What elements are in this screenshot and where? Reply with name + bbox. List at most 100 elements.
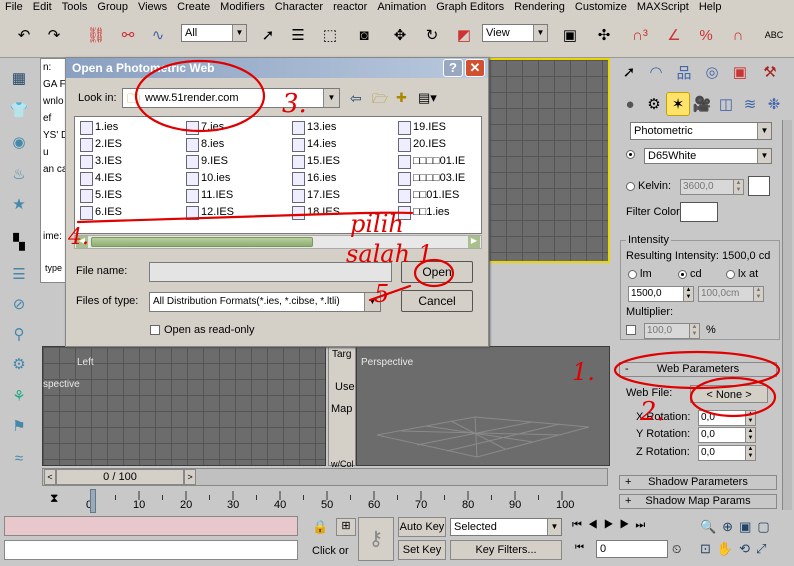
menu-maxscript[interactable]: MAXScript	[632, 0, 694, 14]
menu-rendering[interactable]: Rendering	[509, 0, 570, 14]
key-filters-button[interactable]: Key Filters...	[450, 540, 562, 560]
command-panel-scrollbar[interactable]	[782, 120, 792, 510]
file-item[interactable]: 5.IES	[79, 187, 122, 203]
select-manipulate-icon[interactable]: ✣	[592, 23, 616, 47]
shapes-icon[interactable]: ⚙	[642, 92, 666, 116]
figure-icon[interactable]: ⚑	[6, 414, 32, 438]
time-prev-icon[interactable]: <	[44, 469, 56, 485]
intensity-spinner[interactable]: 1500,0 ▲ ▼	[628, 286, 694, 302]
file-item[interactable]: 2.IES	[79, 136, 122, 152]
shadow-parameters-rollout[interactable]: + Shadow Parameters	[619, 475, 777, 490]
kelvin-radio[interactable]: Kelvin:	[626, 180, 671, 192]
hierarchy-tab-icon[interactable]: 品	[672, 60, 696, 84]
spelling-icon[interactable]: ABC	[762, 23, 786, 47]
menu-views[interactable]: Views	[133, 0, 172, 14]
file-item[interactable]: 16.ies	[291, 170, 336, 186]
angle-snap-icon[interactable]: ∠	[662, 23, 686, 47]
web-parameters-rollout[interactable]: - Web Parameters	[619, 362, 777, 377]
scroll-thumb[interactable]	[91, 237, 313, 247]
scale-icon[interactable]: ◩	[452, 23, 476, 47]
gear-icon[interactable]: ⚙	[6, 352, 32, 376]
reference-coord-select[interactable]: View ▼	[482, 24, 548, 42]
shadow-map-rollout[interactable]: + Shadow Map Params	[619, 494, 777, 509]
preset-radio[interactable]	[626, 148, 638, 160]
scroll-left-icon[interactable]: ◀	[76, 236, 88, 248]
menu-modifiers[interactable]: Modifiers	[215, 0, 270, 14]
help-icon[interactable]: ?	[443, 59, 463, 77]
new-folder-icon[interactable]: ✚	[396, 90, 407, 106]
menu-graph-editors[interactable]: Graph Editors	[431, 0, 509, 14]
multiplier-checkbox[interactable]	[626, 324, 640, 336]
back-icon[interactable]: ⇦	[350, 90, 362, 107]
shirt-icon[interactable]: 👕	[6, 98, 32, 122]
selection-set-select[interactable]: Selected ▼	[450, 518, 562, 536]
rotate-icon[interactable]: ↻	[420, 23, 444, 47]
file-item[interactable]: 9.IES	[185, 153, 228, 169]
time-cursor[interactable]	[90, 489, 96, 513]
kelvin-color-swatch[interactable]	[748, 176, 770, 196]
file-item[interactable]: □□01.IES	[397, 187, 459, 203]
unit-lx-radio[interactable]: lx at	[726, 268, 758, 280]
create-objects-icon[interactable]: ▦	[6, 66, 32, 90]
web-file-button[interactable]: < None >	[690, 385, 768, 403]
display-tab-icon[interactable]: ▣	[728, 60, 752, 84]
checker-icon[interactable]: ▚	[6, 230, 32, 254]
file-item[interactable]: 4.IES	[79, 170, 122, 186]
file-item[interactable]: 19.IES	[397, 119, 446, 135]
helpers-icon[interactable]: ◫	[714, 92, 738, 116]
current-frame-field[interactable]: 0	[596, 540, 668, 558]
multiplier-spinner[interactable]: 100,0 ▲ ▼	[644, 323, 700, 339]
cancel-button[interactable]: Cancel	[401, 290, 473, 312]
plant-icon[interactable]: ⚘	[6, 384, 32, 408]
kelvin-spinner[interactable]: 3600,0 ▲ ▼	[680, 179, 744, 195]
scroll-right-icon[interactable]: ▶	[468, 236, 480, 248]
file-item[interactable]: □□□□03.IE	[397, 170, 465, 186]
menu-edit[interactable]: Edit	[28, 0, 57, 14]
select-link-icon[interactable]: ⛓	[84, 23, 108, 47]
motion-tab-icon[interactable]: ◎	[700, 60, 724, 84]
file-item[interactable]: 7.ies	[185, 119, 224, 135]
snap-3-icon[interactable]: ∩³	[628, 23, 652, 47]
menu-help[interactable]: Help	[694, 0, 727, 14]
absolute-mode-icon[interactable]: ⊞	[336, 518, 356, 536]
file-item[interactable]: 6.IES	[79, 204, 122, 220]
menu-group[interactable]: Group	[92, 0, 133, 14]
menu-reactor[interactable]: reactor	[328, 0, 372, 14]
utilities-tab-icon[interactable]: ⚒	[758, 60, 782, 84]
window-crossing-icon[interactable]: ◙	[352, 23, 376, 47]
prompt-line[interactable]	[4, 540, 298, 560]
move-icon[interactable]: ✥	[388, 23, 412, 47]
readonly-checkbox[interactable]: Open as read-only	[150, 324, 255, 336]
menu-tools[interactable]: Tools	[57, 0, 93, 14]
z-rotation-spinner[interactable]: 0,0 ▲ ▼	[698, 445, 756, 461]
view-menu-icon[interactable]: ▤▾	[418, 90, 437, 106]
file-item[interactable]: 13.ies	[291, 119, 336, 135]
distance-spinner[interactable]: 100,0cm ▲ ▼	[698, 286, 764, 302]
color-preset-select[interactable]: D65White ▼	[644, 148, 772, 164]
pin-icon[interactable]: ⚲	[6, 322, 32, 346]
create-tab-icon[interactable]: ➚	[616, 60, 642, 84]
file-item[interactable]: 1.ies	[79, 119, 118, 135]
filter-color-swatch[interactable]	[680, 202, 718, 222]
time-slider[interactable]: < 0 / 100 >	[42, 467, 608, 487]
cameras-icon[interactable]: 🎥	[690, 92, 714, 116]
star-icon[interactable]: ★	[6, 192, 32, 216]
middle-item-use[interactable]: Use	[335, 381, 355, 393]
viewport-left-label[interactable]: Left	[77, 357, 94, 368]
file-item[interactable]: 20.IES	[397, 136, 446, 152]
viewport-perspective[interactable]: Perspective	[356, 346, 610, 466]
percent-snap-icon[interactable]: %	[694, 23, 718, 47]
time-next-icon[interactable]: >	[184, 469, 196, 485]
file-item[interactable]: 14.ies	[291, 136, 336, 152]
file-item[interactable]: 3.IES	[79, 153, 122, 169]
select-object-icon[interactable]: ➚	[256, 23, 280, 47]
geometry-icon[interactable]: ●	[618, 92, 642, 116]
file-item[interactable]: 10.ies	[185, 170, 230, 186]
x-rotation-spinner[interactable]: 0,0 ▲ ▼	[698, 410, 756, 426]
viewport-nav-bottom[interactable]: ⊡✋⟲⤢	[700, 541, 772, 557]
maxscript-listener[interactable]	[4, 516, 298, 536]
unit-cd-radio[interactable]: cd	[678, 268, 702, 280]
key-icon[interactable]: ⚷	[358, 517, 394, 561]
select-by-name-icon[interactable]: ☰	[286, 23, 310, 47]
tube-icon[interactable]: ⊘	[6, 292, 32, 316]
